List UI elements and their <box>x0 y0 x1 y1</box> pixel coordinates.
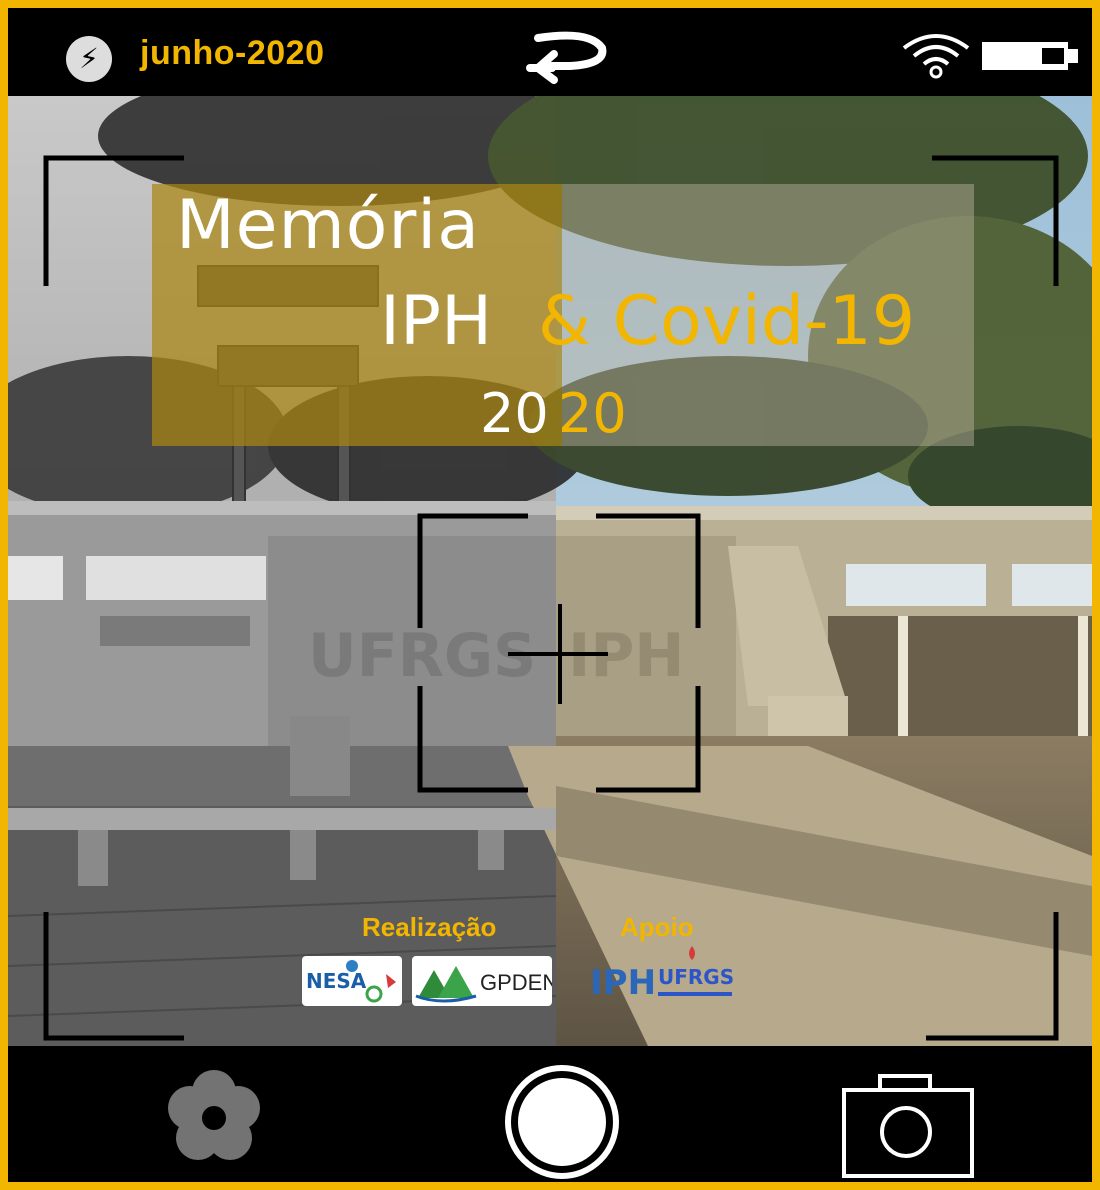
nesa-logo: NESA <box>302 956 402 1006</box>
corner-bracket-bottom-right <box>926 912 1059 1041</box>
ufrgs-logo: UFRGS <box>656 942 738 1008</box>
iph-logo: IPH <box>586 942 656 1008</box>
rotate-camera-icon[interactable] <box>520 26 610 86</box>
corner-bracket-top-left <box>43 155 184 286</box>
apoio-label: Apoio <box>620 912 694 942</box>
focus-bracket-bottom-right <box>596 686 701 793</box>
viewfinder-photo: UFRGS IPH Memória IPH & Covid-19 20 20 R… <box>8 96 1092 1046</box>
top-bar: ⚡ junho-2020 <box>8 8 1092 96</box>
wifi-icon <box>902 34 970 79</box>
shutter-button[interactable] <box>504 1064 620 1180</box>
focus-bracket-top-left <box>417 513 528 628</box>
corner-bracket-top-right <box>932 155 1059 286</box>
gallery-flower-icon[interactable] <box>164 1068 264 1168</box>
gpden-logo: GPDEN <box>412 956 558 1006</box>
camera-app-frame: ⚡ junho-2020 UFRGS IPH Memória IPH & Cov… <box>0 0 1100 1190</box>
date-label: junho-2020 <box>140 34 325 72</box>
ufrgs-logo-text: UFRGS <box>658 965 734 989</box>
battery-icon <box>982 42 1078 70</box>
corner-bracket-bottom-left <box>43 912 184 1041</box>
gpden-logo-text: GPDEN <box>480 970 552 995</box>
nesa-logo-text: NESA <box>306 969 367 993</box>
bottom-controls <box>8 1046 1092 1182</box>
focus-bracket-top-right <box>596 513 701 628</box>
camera-icon[interactable] <box>840 1072 976 1182</box>
focus-bracket-bottom-left <box>417 686 528 793</box>
realizacao-label: Realização <box>362 912 497 942</box>
flash-icon[interactable]: ⚡ <box>66 36 112 82</box>
viewfinder-overlay <box>43 155 1059 1041</box>
iph-logo-text: IPH <box>590 963 656 1003</box>
